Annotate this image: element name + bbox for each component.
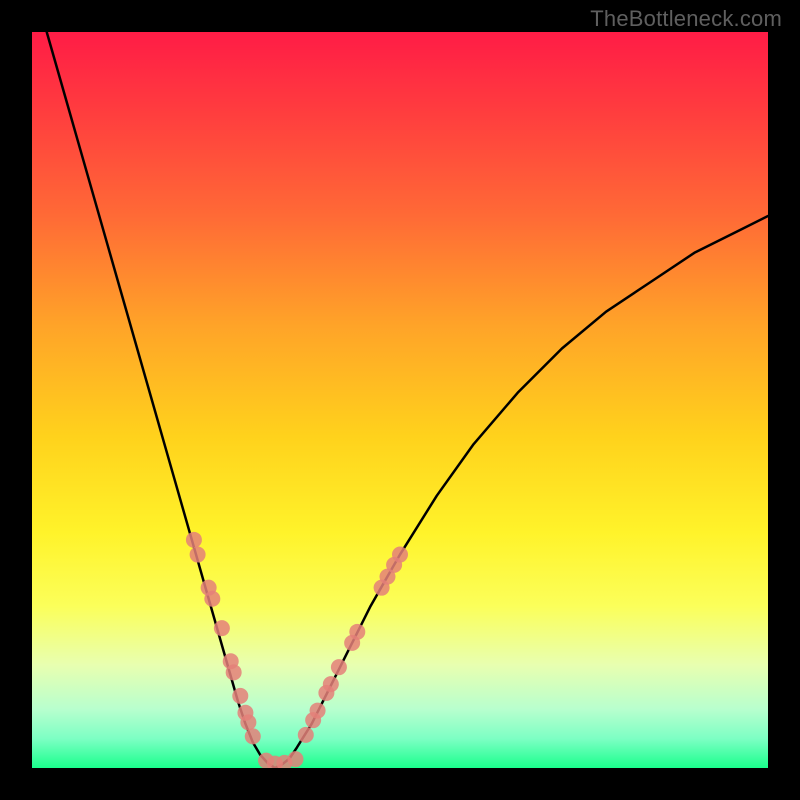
plot-area: [32, 32, 768, 768]
bottleneck-curve: [47, 32, 768, 768]
left-branch-dots-dot: [204, 591, 220, 607]
right-branch-dots-dot: [298, 727, 314, 743]
bottom-dots-dot: [287, 751, 303, 767]
left-branch-dots-dot: [245, 728, 261, 744]
right-branch-dots-dot: [323, 676, 339, 692]
left-branch-dots-dot: [190, 547, 206, 563]
left-branch-dots-dot: [232, 688, 248, 704]
right-branch-dots-dot: [386, 557, 402, 573]
bottom-dots-dot: [258, 753, 274, 768]
left-branch-dots-dot: [186, 532, 202, 548]
right-branch-dots-dot: [349, 624, 365, 640]
bottleneck-curve-left: [47, 32, 275, 768]
bottleneck-curve-right: [275, 216, 768, 768]
right-branch-dots-dot: [305, 712, 321, 728]
bottom-dots-dot: [276, 755, 292, 768]
bottom-dots-dot: [267, 756, 283, 768]
right-branch-dots-dot: [374, 580, 390, 596]
chart-frame: TheBottleneck.com: [0, 0, 800, 800]
right-branch-dots-dot: [392, 547, 408, 563]
left-branch-dots-dot: [237, 705, 253, 721]
left-branch-dots-dot: [214, 620, 230, 636]
data-dots: [186, 532, 408, 768]
left-branch-dots-dot: [240, 714, 256, 730]
right-branch-dots-dot: [379, 569, 395, 585]
left-branch-dots-dot: [223, 653, 239, 669]
right-branch-dots-dot: [318, 685, 334, 701]
right-branch-dots-dot: [331, 659, 347, 675]
right-branch-dots-dot: [310, 703, 326, 719]
curve-layer: [32, 32, 768, 768]
left-branch-dots-dot: [201, 580, 217, 596]
left-branch-dots-dot: [226, 664, 242, 680]
right-branch-dots-dot: [344, 635, 360, 651]
watermark-text: TheBottleneck.com: [590, 6, 782, 32]
